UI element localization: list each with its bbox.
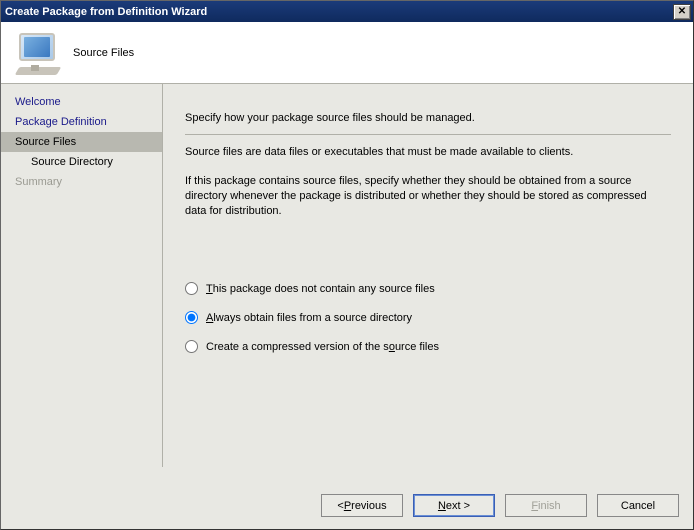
cancel-button[interactable]: Cancel — [597, 494, 679, 517]
wizard-window: Create Package from Definition Wizard ✕ … — [0, 0, 694, 530]
instruction-text: Specify how your package source files sh… — [185, 112, 671, 124]
page-title: Source Files — [73, 47, 134, 59]
computer-icon — [15, 31, 59, 75]
wizard-buttons: < Previous Next > Finish Cancel — [321, 494, 679, 517]
sidebar-item-source-directory[interactable]: Source Directory — [1, 152, 162, 172]
radio-label: Always obtain files from a source direct… — [206, 312, 412, 324]
description-1: Source files are data files or executabl… — [185, 145, 671, 160]
close-icon: ✕ — [678, 6, 686, 17]
description-2: If this package contains source files, s… — [185, 174, 671, 219]
previous-button[interactable]: < Previous — [321, 494, 403, 517]
sidebar-item-package-definition[interactable]: Package Definition — [1, 112, 162, 132]
separator — [185, 134, 671, 135]
sidebar-item-welcome[interactable]: Welcome — [1, 92, 162, 112]
close-button[interactable]: ✕ — [673, 4, 691, 20]
radio-label: Create a compressed version of the sourc… — [206, 341, 439, 353]
header-pane: Source Files — [1, 22, 693, 84]
option-no-source-files[interactable]: This package does not contain any source… — [185, 282, 671, 295]
next-button[interactable]: Next > — [413, 494, 495, 517]
radio-compressed[interactable] — [185, 340, 198, 353]
window-title: Create Package from Definition Wizard — [5, 6, 673, 18]
radio-always-obtain[interactable] — [185, 311, 198, 324]
radio-label: This package does not contain any source… — [206, 283, 435, 295]
option-compressed[interactable]: Create a compressed version of the sourc… — [185, 340, 671, 353]
finish-button: Finish — [505, 494, 587, 517]
main-panel: Specify how your package source files sh… — [163, 84, 693, 467]
source-options-group: This package does not contain any source… — [185, 282, 671, 353]
sidebar-item-summary[interactable]: Summary — [1, 172, 162, 192]
wizard-steps-sidebar: Welcome Package Definition Source Files … — [1, 84, 163, 467]
titlebar: Create Package from Definition Wizard ✕ — [1, 1, 693, 22]
sidebar-item-source-files[interactable]: Source Files — [1, 132, 162, 152]
option-always-obtain[interactable]: Always obtain files from a source direct… — [185, 311, 671, 324]
radio-no-source-files[interactable] — [185, 282, 198, 295]
content-area: Welcome Package Definition Source Files … — [1, 84, 693, 467]
